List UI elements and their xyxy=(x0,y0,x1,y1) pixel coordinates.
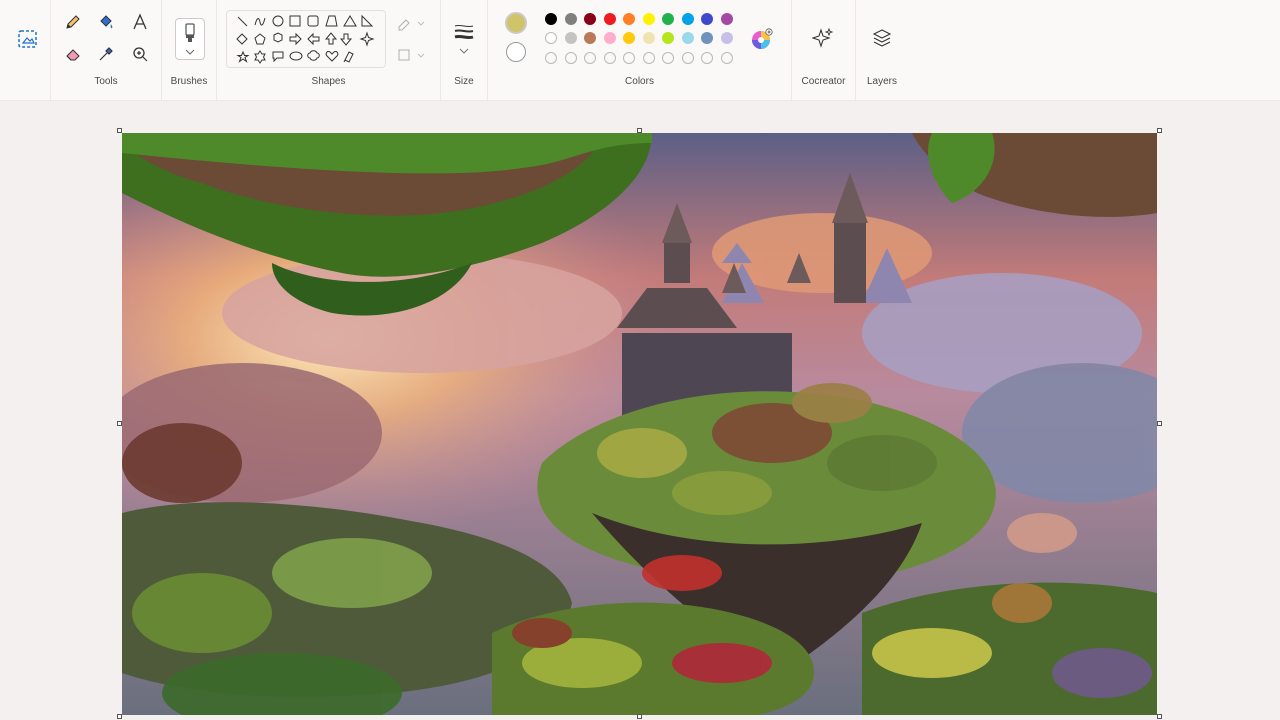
empty-color-slot[interactable] xyxy=(623,52,635,64)
color-swatch[interactable] xyxy=(545,13,557,25)
outline-icon xyxy=(396,14,426,32)
empty-color-slot[interactable] xyxy=(584,52,596,64)
resize-handle[interactable] xyxy=(117,714,122,719)
layers-button[interactable] xyxy=(871,27,893,49)
size-button[interactable] xyxy=(453,22,475,58)
empty-color-slot[interactable] xyxy=(662,52,674,64)
color-picker-icon xyxy=(97,45,115,63)
layers-group: Layers xyxy=(856,0,908,100)
empty-color-slot[interactable] xyxy=(681,52,694,64)
cocreator-label: Cocreator xyxy=(801,76,846,87)
color-swatch[interactable] xyxy=(701,13,713,25)
magnifier-icon xyxy=(131,45,149,63)
eraser-button[interactable] xyxy=(64,45,82,63)
sparkle-icon xyxy=(812,27,834,49)
layers-icon xyxy=(871,27,893,49)
shapes-label: Shapes xyxy=(311,76,346,87)
resize-handle[interactable] xyxy=(1157,128,1162,133)
color-swatch[interactable] xyxy=(720,13,733,25)
pencil-button[interactable] xyxy=(64,13,82,31)
shapes-gallery-icons[interactable] xyxy=(227,11,385,67)
empty-color-slot[interactable] xyxy=(642,52,655,64)
edit-colors-button[interactable] xyxy=(751,28,773,50)
drawing-canvas[interactable] xyxy=(122,133,1157,715)
color-swatch[interactable] xyxy=(701,32,713,44)
cocreator-group: Cocreator xyxy=(792,0,856,100)
color-swatch[interactable] xyxy=(545,32,557,44)
text-button[interactable] xyxy=(131,13,149,31)
image-group xyxy=(0,0,51,100)
outline-button[interactable] xyxy=(396,14,426,32)
resize-handle[interactable] xyxy=(637,714,642,719)
color-swatch[interactable] xyxy=(564,32,577,44)
empty-color-slot[interactable] xyxy=(564,52,577,64)
color-swatch[interactable] xyxy=(623,13,635,25)
brushes-button[interactable] xyxy=(175,18,205,60)
eraser-icon xyxy=(64,45,82,63)
resize-handle[interactable] xyxy=(117,128,122,133)
resize-handle[interactable] xyxy=(1157,714,1162,719)
layers-label: Layers xyxy=(866,76,897,87)
color-swatch[interactable] xyxy=(603,32,616,44)
colors-group: Colors xyxy=(488,0,792,100)
secondary-color[interactable] xyxy=(506,42,526,62)
shapes-gallery xyxy=(226,10,386,68)
tools-label: Tools xyxy=(94,76,118,87)
color-swatch[interactable] xyxy=(564,13,577,25)
brushes-label: Brushes xyxy=(170,76,208,87)
color-swatch[interactable] xyxy=(681,32,694,44)
empty-color-slot[interactable] xyxy=(603,52,616,64)
color-swatch[interactable] xyxy=(662,32,674,44)
pencil-icon xyxy=(64,13,82,31)
color-swatch[interactable] xyxy=(642,32,655,44)
empty-color-slot[interactable] xyxy=(545,52,557,64)
fill-button[interactable] xyxy=(97,13,115,31)
color-picker-button[interactable] xyxy=(97,45,115,63)
painted-image xyxy=(122,133,1157,715)
brush-icon xyxy=(183,23,197,45)
chevron-down-icon xyxy=(185,49,195,55)
resize-handle[interactable] xyxy=(1157,421,1162,426)
color-swatch[interactable] xyxy=(681,13,694,25)
tools-group: Tools xyxy=(51,0,162,100)
color-swatch[interactable] xyxy=(642,13,655,25)
color-swatch[interactable] xyxy=(603,13,616,25)
resize-handle[interactable] xyxy=(637,128,642,133)
image-select-icon xyxy=(16,27,40,51)
zoom-button[interactable] xyxy=(131,45,149,63)
color-wheel-icon xyxy=(751,28,773,50)
select-button[interactable] xyxy=(16,27,40,51)
color-swatch[interactable] xyxy=(662,13,674,25)
color-swatch[interactable] xyxy=(584,13,596,25)
text-icon xyxy=(131,13,149,31)
size-group: Size xyxy=(441,0,488,100)
brushes-group: Brushes xyxy=(162,0,217,100)
ribbon-toolbar: Tools Brushes Shapes Size Colors Cocreat… xyxy=(0,0,1280,101)
cocreator-button[interactable] xyxy=(812,27,834,49)
primary-color[interactable] xyxy=(505,12,527,34)
size-label: Size xyxy=(454,76,474,87)
fill-style-button[interactable] xyxy=(396,46,426,64)
empty-color-slot[interactable] xyxy=(720,52,733,64)
empty-color-slot[interactable] xyxy=(701,52,713,64)
line-size-icon xyxy=(453,22,475,58)
colors-label: Colors xyxy=(625,76,654,87)
fill-bucket-icon xyxy=(97,13,115,31)
shape-fill-icon xyxy=(396,46,426,64)
color-swatch[interactable] xyxy=(584,32,596,44)
resize-handle[interactable] xyxy=(117,421,122,426)
color-swatch[interactable] xyxy=(623,32,635,44)
color-swatch[interactable] xyxy=(720,32,733,44)
